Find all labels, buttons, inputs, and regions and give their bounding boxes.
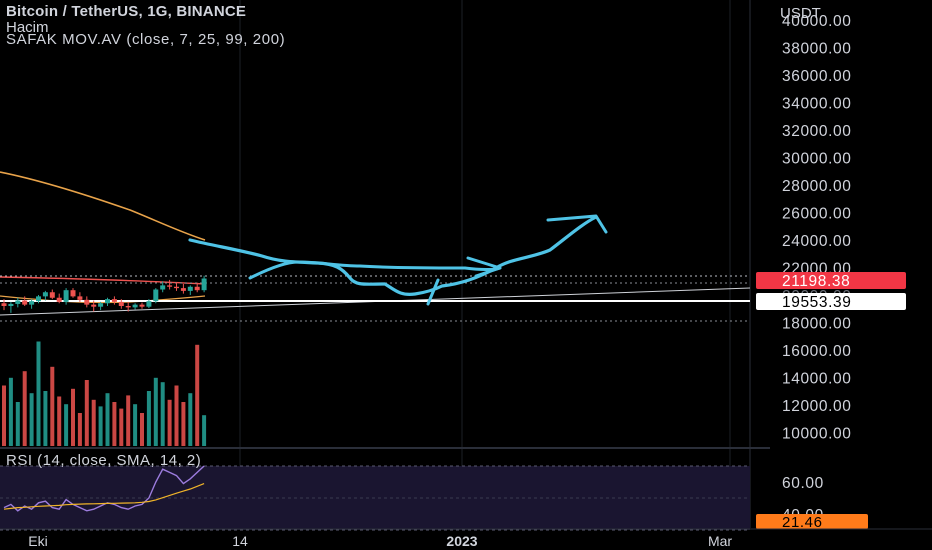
volume-bar (22, 371, 27, 446)
volume-bar (105, 393, 110, 446)
line-price-label: 19553.39 (782, 294, 851, 311)
candle-body[interactable] (167, 285, 173, 287)
price-tick-label: 26000.00 (782, 206, 851, 223)
volume-bar (167, 399, 172, 446)
candle-body[interactable] (201, 278, 207, 291)
current-price-label: 21198.38 (782, 273, 850, 290)
candle-body[interactable] (36, 296, 41, 302)
volume-bar (112, 402, 117, 446)
volume-bar (140, 413, 144, 446)
volume-bar (64, 404, 69, 446)
volume-bar (188, 393, 193, 446)
volume-bar (126, 395, 131, 446)
price-tick-label: 10000.00 (782, 426, 851, 443)
candle-body[interactable] (91, 304, 97, 307)
volume-bar (202, 415, 207, 446)
price-tick-label: 12000.00 (782, 398, 851, 415)
rsi-pane[interactable] (0, 465, 750, 531)
candle-body[interactable] (139, 304, 145, 307)
candle-body[interactable] (49, 292, 55, 298)
price-tick-label: 34000.00 (782, 96, 851, 113)
candle-body[interactable] (15, 300, 21, 304)
volume-bar (2, 385, 6, 446)
price-tick-label: 16000.00 (782, 343, 851, 360)
candle-body[interactable] (105, 299, 110, 304)
candle-body[interactable] (63, 290, 69, 302)
symbol-title[interactable]: Bitcoin / TetherUS, 1G, BINANCE (6, 3, 246, 20)
candle-body[interactable] (111, 299, 117, 302)
candle-body[interactable] (8, 303, 14, 306)
volume-bar (146, 391, 151, 446)
volume-bar (119, 408, 124, 446)
candle-body[interactable] (29, 301, 35, 305)
volume-bar (181, 402, 186, 446)
volume-bar (71, 388, 75, 446)
rsi-current-label: 21.46 (782, 514, 823, 531)
volume-bar (43, 391, 48, 446)
candle-body[interactable] (174, 286, 179, 289)
volume-bar (84, 380, 89, 446)
rsi-tick-label: 60.00 (782, 475, 824, 492)
price-tick-label: 30000.00 (782, 151, 851, 168)
candle-body[interactable] (70, 290, 76, 297)
candle-body[interactable] (194, 286, 200, 291)
candle-body[interactable] (1, 303, 7, 306)
volume-bar (160, 382, 165, 446)
volume-bar (36, 341, 41, 446)
time-axis-label: 14 (232, 533, 248, 549)
price-tick-label: 14000.00 (782, 371, 851, 388)
volume-bar (133, 404, 138, 446)
moving-average-indicator-label[interactable]: SAFAK MOV.AV (close, 7, 25, 99, 200) (6, 31, 285, 48)
price-tick-label: 18000.00 (782, 316, 851, 333)
time-axis-label: 2023 (446, 533, 477, 549)
volume-bar (98, 406, 103, 446)
volume-bar (195, 344, 200, 446)
time-axis-label: Eki (28, 533, 47, 549)
candle-body[interactable] (56, 297, 62, 302)
price-tick-label: 28000.00 (782, 178, 851, 195)
volume-bar (91, 399, 96, 446)
candle-body[interactable] (84, 299, 90, 305)
candle-body[interactable] (125, 306, 131, 308)
price-tick-label: 38000.00 (782, 41, 851, 58)
candle-body[interactable] (77, 296, 83, 300)
volume-bar (153, 377, 158, 446)
volume-bar (15, 402, 20, 446)
candle-body[interactable] (187, 286, 193, 291)
candle-body[interactable] (98, 303, 104, 307)
candle-body[interactable] (132, 304, 138, 308)
volume-bar (29, 393, 34, 446)
candle-body[interactable] (118, 301, 124, 306)
candle-body[interactable] (146, 301, 152, 307)
price-tick-label: 24000.00 (782, 233, 851, 250)
volume-bar (8, 377, 13, 446)
volume-bar (50, 366, 55, 446)
volume-bar (174, 385, 179, 446)
price-tick-label: 32000.00 (782, 123, 851, 140)
price-tick-label: 36000.00 (782, 68, 851, 85)
candle-body[interactable] (42, 292, 48, 297)
volume-bar (77, 413, 82, 446)
candle-body[interactable] (180, 288, 186, 291)
candle-body[interactable] (153, 289, 159, 302)
rsi-indicator-label[interactable]: RSI (14, close, SMA, 14, 2) (6, 452, 201, 469)
candle-body[interactable] (22, 300, 28, 305)
price-tick-label: 40000.00 (782, 13, 851, 30)
volume-bar (57, 396, 62, 446)
time-axis-label: Mar (708, 533, 732, 549)
candle-body[interactable] (160, 285, 166, 290)
